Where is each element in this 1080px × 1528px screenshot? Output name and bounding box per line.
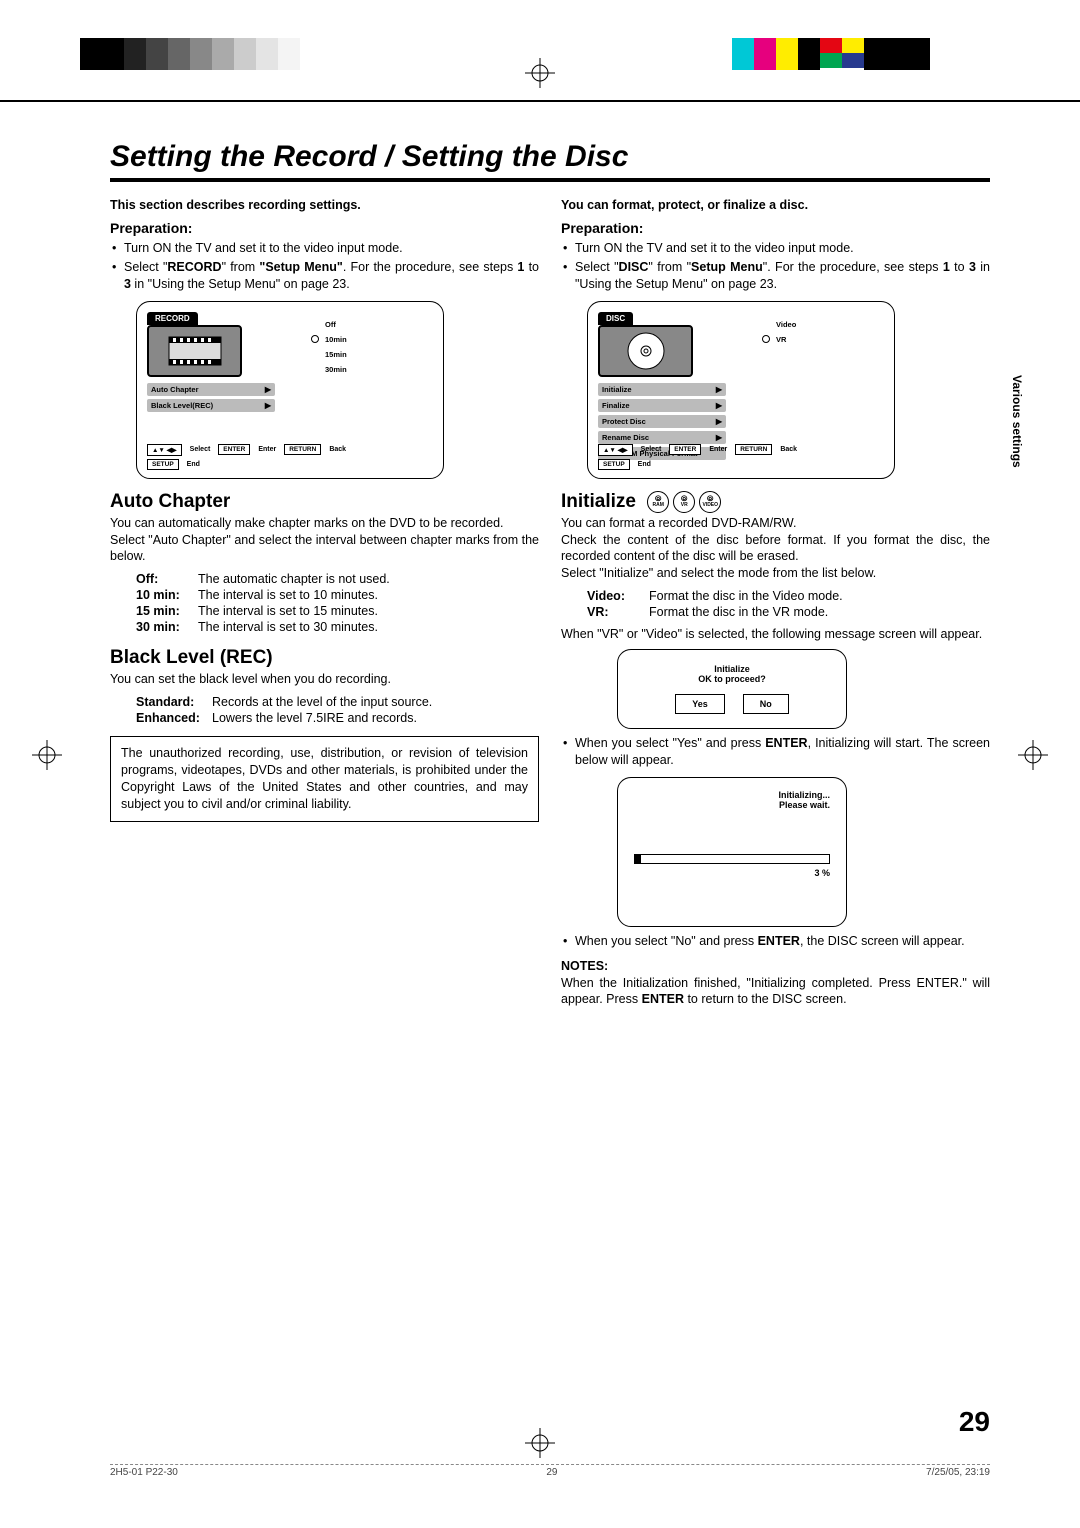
progress-dialog: Initializing... Please wait. 3 %: [617, 777, 847, 927]
progress-percent: 3 %: [634, 868, 830, 878]
footer-page: 29: [546, 1467, 557, 1478]
body-text: When "VR" or "Video" is selected, the fo…: [561, 626, 990, 643]
prep-item: Select "RECORD" from "Setup Menu". For t…: [110, 259, 539, 293]
osd-option: 10min: [325, 335, 347, 344]
footer-doc: 2H5-01 P22-30: [110, 1467, 178, 1478]
body-text: You can set the black level when you do …: [110, 671, 539, 688]
confirm-dialog: Initialize OK to proceed? Yes No: [617, 649, 847, 729]
disc-icon: [598, 325, 693, 377]
record-intro: This section describes recording setting…: [110, 198, 539, 212]
body-text: Select "Auto Chapter" and select the int…: [110, 532, 539, 566]
osd-menu-item: Black Level(REC)▶: [147, 399, 275, 412]
radio-icon: [762, 335, 770, 343]
osd-menu-item: Rename Disc▶: [598, 431, 726, 444]
page-number: 29: [959, 1406, 990, 1438]
osd-option: 30min: [325, 365, 347, 374]
dialog-title: Initialize: [636, 664, 828, 674]
printer-swatches-grey: [80, 38, 300, 70]
disc-badge-icon: ⦾RAM: [647, 491, 669, 513]
progress-bar: [634, 854, 830, 864]
osd-option: VR: [776, 335, 786, 344]
body-text: Check the content of the disc before for…: [561, 532, 990, 566]
page-title: Setting the Record / Setting the Disc: [110, 140, 990, 182]
body-text: You can automatically make chapter marks…: [110, 515, 539, 532]
footer-date: 7/25/05, 23:19: [926, 1467, 990, 1478]
printer-swatches-color: [732, 38, 930, 70]
registration-mark-icon: [1018, 740, 1048, 770]
no-button: No: [743, 694, 789, 714]
body-text: You can format a recorded DVD-RAM/RW.: [561, 515, 990, 532]
prep-item: Select "DISC" from "Setup Menu". For the…: [561, 259, 990, 293]
footer: 2H5-01 P22-30 29 7/25/05, 23:19: [110, 1464, 990, 1478]
preparation-heading: Preparation:: [110, 220, 539, 236]
body-text: When you select "Yes" and press ENTER, I…: [561, 735, 990, 769]
registration-mark-icon: [525, 58, 555, 88]
osd-menu-item: Initialize▶: [598, 383, 726, 396]
osd-disc-screenshot: DISC Initialize▶ Finalize▶ Protect Disc▶…: [587, 301, 895, 479]
film-icon: [147, 325, 242, 377]
preparation-heading: Preparation:: [561, 220, 990, 236]
top-rule: [0, 100, 1080, 102]
osd-tab: RECORD: [147, 312, 198, 325]
yes-button: Yes: [675, 694, 725, 714]
osd-menu-item: Auto Chapter▶: [147, 383, 275, 396]
dialog-message: OK to proceed?: [636, 674, 828, 684]
radio-icon: [311, 335, 319, 343]
progress-label: Initializing...: [634, 790, 830, 800]
subheading-initialize: Initialize ⦾RAM ⦾VR ⦾VIDEO: [561, 491, 990, 513]
auto-chapter-options: Off:The automatic chapter is not used. 1…: [136, 571, 539, 635]
initialize-options: Video:Format the disc in the Video mode.…: [587, 588, 990, 620]
osd-option: Off: [325, 320, 336, 329]
body-text: Select "Initialize" and select the mode …: [561, 565, 990, 582]
subheading-auto-chapter: Auto Chapter: [110, 491, 539, 513]
nav-arrows-icon: ▲▼ ◀▶: [598, 444, 633, 456]
nav-arrows-icon: ▲▼ ◀▶: [147, 444, 182, 456]
osd-option: 15min: [325, 350, 347, 359]
osd-record-screenshot: RECORD: [136, 301, 444, 479]
disc-intro: You can format, protect, or finalize a d…: [561, 198, 990, 212]
osd-tab: DISC: [598, 312, 633, 325]
column-disc: You can format, protect, or finalize a d…: [561, 198, 990, 1008]
legal-notice-box: The unauthorized recording, use, distrib…: [110, 736, 539, 822]
notes-heading: NOTES:: [561, 959, 608, 973]
body-text: When you select "No" and press ENTER, th…: [561, 933, 990, 950]
progress-label: Please wait.: [634, 800, 830, 810]
prep-item: Turn ON the TV and set it to the video i…: [561, 240, 990, 257]
disc-badge-icon: ⦾VR: [673, 491, 695, 513]
side-tab-label: Various settings: [1010, 375, 1024, 468]
black-level-options: Standard:Records at the level of the inp…: [136, 694, 539, 726]
osd-option: Video: [776, 320, 796, 329]
disc-badge-icon: ⦾VIDEO: [699, 491, 721, 513]
column-record: This section describes recording setting…: [110, 198, 539, 1008]
registration-mark-icon: [32, 740, 62, 770]
osd-menu-item: Protect Disc▶: [598, 415, 726, 428]
prep-item: Turn ON the TV and set it to the video i…: [110, 240, 539, 257]
subheading-black-level: Black Level (REC): [110, 647, 539, 669]
body-text: When the Initialization finished, "Initi…: [561, 975, 990, 1009]
osd-menu-item: Finalize▶: [598, 399, 726, 412]
